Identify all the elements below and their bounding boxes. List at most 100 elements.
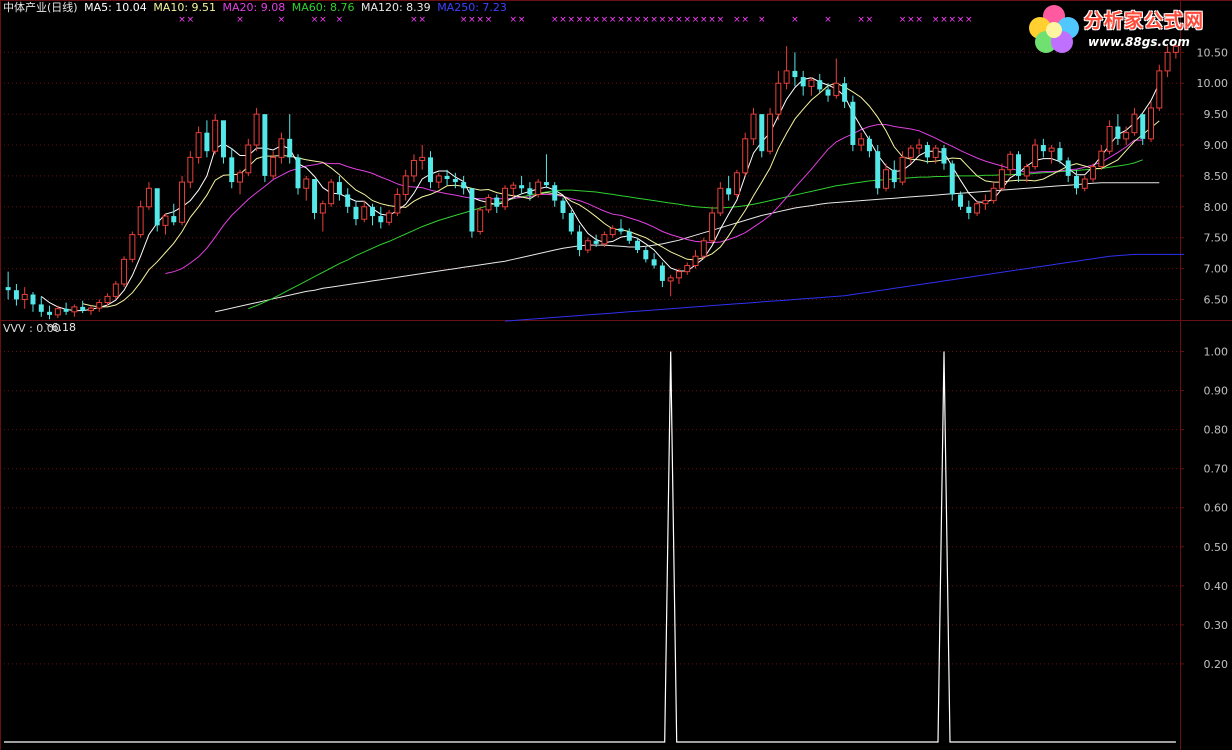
brand-logo: 分析家公式网 www.88gs.com xyxy=(1026,2,1224,56)
candle-body xyxy=(817,80,823,90)
candle-body xyxy=(1007,153,1014,171)
signal-marker: × xyxy=(957,15,965,25)
candle-body xyxy=(552,185,558,201)
candle-body xyxy=(726,188,732,195)
signal-marker: × xyxy=(642,15,650,25)
candle-body xyxy=(584,240,591,251)
signal-marker: × xyxy=(940,15,948,25)
candle-body xyxy=(825,89,831,96)
candle-body xyxy=(527,188,533,195)
signal-marker: × xyxy=(667,15,675,25)
candle-body xyxy=(162,215,169,226)
candle-body xyxy=(212,119,219,152)
ma5-value: MA5: 10.04 xyxy=(84,1,147,14)
candle-body xyxy=(38,304,44,312)
candle-body xyxy=(792,70,798,78)
ma60-value: MA60: 8.76 xyxy=(291,1,355,14)
signal-marker: × xyxy=(717,15,725,25)
candle-body xyxy=(899,156,906,183)
signal-marker: × xyxy=(899,15,907,25)
candle-body xyxy=(916,144,923,149)
stock-name: 中体产业(日线) xyxy=(3,1,78,14)
signal-marker: × xyxy=(625,15,633,25)
candle-body xyxy=(543,182,549,186)
candle-body xyxy=(700,240,707,257)
candle-body xyxy=(966,206,972,213)
signal-marker: × xyxy=(683,15,691,25)
candle-body xyxy=(842,83,848,102)
signal-marker: × xyxy=(708,15,716,25)
candle-body xyxy=(336,182,342,195)
candle-body xyxy=(651,259,657,266)
candle-body xyxy=(96,302,103,309)
main-tick-label: 7.50 xyxy=(1204,232,1229,245)
signal-marker: × xyxy=(551,15,559,25)
candle-body xyxy=(750,113,757,140)
candle-body xyxy=(1090,166,1097,180)
candle-body xyxy=(858,138,865,146)
signal-marker: × xyxy=(915,15,923,25)
candle-body xyxy=(237,172,244,183)
candle-body xyxy=(659,265,665,281)
candle-body xyxy=(717,187,724,214)
signal-marker: × xyxy=(965,15,973,25)
candle-body xyxy=(643,250,649,260)
candle-body xyxy=(1148,107,1154,140)
candle-body xyxy=(386,212,393,223)
candle-body xyxy=(229,157,235,183)
signal-marker: × xyxy=(178,15,186,25)
candle-body xyxy=(129,234,136,260)
candle-body xyxy=(1048,147,1055,152)
main-tick-label: 8.00 xyxy=(1204,201,1229,214)
signal-marker: × xyxy=(592,15,600,25)
ma-header: 中体产业(日线) MA5: 10.04 MA10: 9.51 MA20: 9.0… xyxy=(3,1,510,14)
candle-body xyxy=(759,114,765,152)
indicator-tick-label: 0.90 xyxy=(1204,385,1229,398)
indicator-tick-label: 0.50 xyxy=(1204,541,1229,554)
candle-body xyxy=(924,145,930,158)
candle-body xyxy=(1023,166,1030,177)
ma120-value: MA120: 8.39 xyxy=(360,1,431,14)
signal-marker: × xyxy=(609,15,617,25)
candle-body xyxy=(601,234,608,245)
candle-body xyxy=(402,175,409,195)
candle-body xyxy=(319,203,326,214)
signal-marker: × xyxy=(932,15,940,25)
candle-body xyxy=(104,295,111,304)
stock-chart[interactable]: 6.507.007.508.008.509.009.5010.0010.500.… xyxy=(0,0,1232,750)
candle-body xyxy=(692,255,699,266)
signal-marker: × xyxy=(476,15,484,25)
candle-body xyxy=(1040,145,1046,152)
candle-body xyxy=(452,179,458,183)
candle-body xyxy=(775,82,782,115)
indicator-tick-label: 0.20 xyxy=(1204,658,1229,671)
candle-body xyxy=(1140,114,1146,139)
signal-marker: × xyxy=(311,15,319,25)
candle-body xyxy=(626,231,632,241)
candle-body xyxy=(593,240,599,244)
candle-body xyxy=(1016,154,1021,176)
candle-body xyxy=(179,181,186,223)
candle-body xyxy=(990,187,997,202)
signal-marker: × xyxy=(758,15,766,25)
signal-marker: × xyxy=(485,15,493,25)
signal-marker: × xyxy=(236,15,244,25)
candle-body xyxy=(998,169,1005,189)
candle-body xyxy=(1106,125,1113,152)
signal-marker: × xyxy=(700,15,708,25)
indicator-tick-label: 0.80 xyxy=(1204,424,1229,437)
candle-body xyxy=(5,287,11,291)
candle-body xyxy=(1081,178,1088,189)
candle-body xyxy=(121,258,128,285)
candle-body xyxy=(328,181,335,205)
signal-marker: × xyxy=(857,15,865,25)
candle-body xyxy=(684,264,691,273)
candle-body xyxy=(767,113,774,152)
candle-body xyxy=(982,200,989,205)
candle-body xyxy=(444,175,450,179)
signal-marker: × xyxy=(418,15,426,25)
candle-body xyxy=(560,200,566,213)
candle-body xyxy=(568,212,574,232)
candle-body xyxy=(245,144,252,174)
main-tick-label: 9.00 xyxy=(1204,139,1229,152)
